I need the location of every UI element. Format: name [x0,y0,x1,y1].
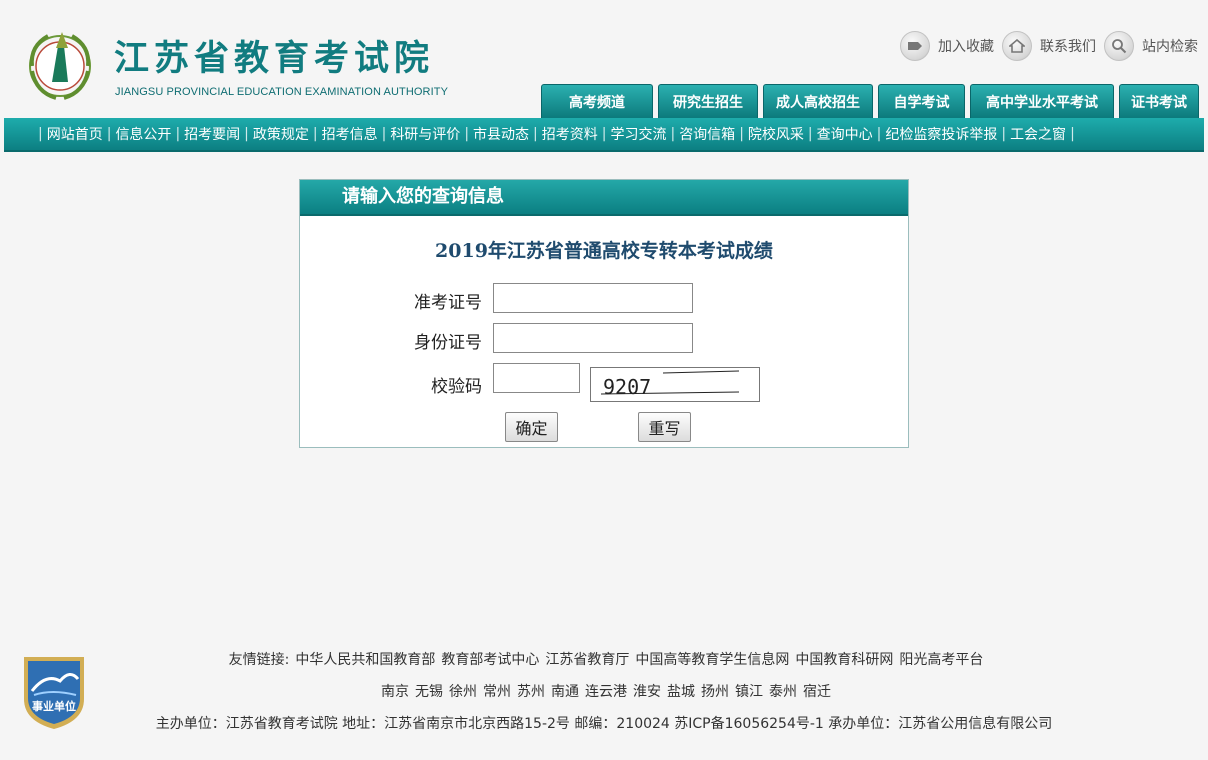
city-link[interactable]: 南通 [551,684,579,700]
city-link[interactable]: 无锡 [415,684,443,700]
friend-link[interactable]: 教育部考试中心 [441,652,539,668]
city-link[interactable]: 连云港 [585,684,627,700]
friend-link[interactable]: 中国高等教育学生信息网 [635,652,789,668]
query-panel: 请输入您的查询信息 2019年江苏省普通高校专转本考试成绩 准考证号 身份证号 … [299,179,909,448]
nav-item[interactable]: 工会之窗 [1010,124,1066,144]
city-link[interactable]: 徐州 [449,684,477,700]
nav-item[interactable]: 网站首页 [47,124,103,144]
submit-button[interactable]: 确定 [505,412,558,442]
city-link[interactable]: 盐城 [667,684,695,700]
toplink-label: 加入收藏 [938,39,994,55]
tab-graduate[interactable]: 研究生招生 [658,84,758,118]
tab-certificate[interactable]: 证书考试 [1119,84,1199,118]
home-icon [1002,31,1032,61]
reset-button[interactable]: 重写 [638,412,691,442]
nav-item[interactable]: 咨询信箱 [679,124,735,144]
panel-heading: 请输入您的查询信息 [300,180,908,216]
footer-info: 主办单位：江苏省教育考试院 地址：江苏省南京市北京西路15-2号 邮编：2100… [155,716,1053,732]
nav-item[interactable]: 信息公开 [115,124,171,144]
toplink-bookmark[interactable]: 加入收藏 [900,31,994,61]
nav-item[interactable]: 招考要闻 [184,124,240,144]
nav-item[interactable]: 学习交流 [610,124,666,144]
city-link[interactable]: 泰州 [769,684,797,700]
nav-item[interactable]: 市县动态 [473,124,529,144]
badge-text: 事业单位 [32,699,76,713]
friend-link[interactable]: 中华人民共和国教育部 [295,652,435,668]
city-link[interactable]: 苏州 [517,684,545,700]
toplink-label: 站内检索 [1142,39,1198,55]
city-links: 南京 无锡 徐州 常州 苏州 南通 连云港 淮安 盐城 扬州 镇江 泰州 宿迁 [0,681,1208,701]
city-link[interactable]: 镇江 [735,684,763,700]
friend-link[interactable]: 阳光高考平台 [899,652,983,668]
nav-item[interactable]: 科研与评价 [390,124,460,144]
city-link[interactable]: 扬州 [701,684,729,700]
site-subtitle: JIANGSU PROVINCIAL EDUCATION EXAMINATION… [115,86,449,98]
id-input[interactable] [493,323,693,353]
header: 江苏省教育考试院 JIANGSU PROVINCIAL EDUCATION EX… [0,0,1208,118]
query-title: 2019年江苏省普通高校专转本考试成绩 [435,240,773,262]
id-label: 身份证号 [414,333,482,353]
city-link[interactable]: 常州 [483,684,511,700]
captcha-graphic: 9207 [600,370,740,399]
friend-link[interactable]: 中国教育科研网 [795,652,893,668]
logo-emblem[interactable] [22,26,98,104]
tab-gaokao[interactable]: 高考频道 [541,84,653,118]
nav-item[interactable]: 招考资料 [542,124,598,144]
exam-no-label: 准考证号 [414,293,482,313]
tab-adult[interactable]: 成人高校招生 [763,84,873,118]
nav-item[interactable]: 招考信息 [322,124,378,144]
friend-links-label: 友情链接: [228,652,290,668]
city-link[interactable]: 南京 [381,684,409,700]
toplink-contact[interactable]: 联系我们 [1002,31,1096,61]
nav-item[interactable]: 查询中心 [817,124,873,144]
laurel-logo-icon [29,32,91,100]
code-input[interactable] [493,363,580,393]
friend-links: 友情链接: 中华人民共和国教育部 教育部考试中心 江苏省教育厅 中国高等教育学生信息网中… [0,649,1208,669]
nav-item[interactable]: 纪检监察投诉举报 [885,124,997,144]
city-link[interactable]: 淮安 [633,684,661,700]
nav-item[interactable]: 院校风采 [748,124,804,144]
top-links: 加入收藏 联系我们 站内检索 [892,31,1198,61]
nav-item[interactable]: 政策规定 [253,124,309,144]
search-icon [1104,31,1134,61]
city-link[interactable]: 宿迁 [803,684,831,700]
tab-high-school[interactable]: 高中学业水平考试 [970,84,1114,118]
toplink-search[interactable]: 站内检索 [1104,31,1198,61]
channel-tabs: 高考频道 研究生招生 成人高校招生 自学考试 高中学业水平考试 证书考试 [541,84,1199,118]
exam-no-input[interactable] [493,283,693,313]
toplink-label: 联系我们 [1040,39,1096,55]
code-label: 校验码 [431,377,482,397]
site-title: 江苏省教育考试院 [114,39,435,79]
main-nav: | 网站首页 | 信息公开 | 招考要闻 | 政策规定 | 招考信息 | 科研与评价 | 市… [4,118,1204,152]
captcha-image[interactable]: 9207 [590,367,760,402]
tab-self-study[interactable]: 自学考试 [878,84,965,118]
bookmark-icon [900,31,930,61]
captcha-text: 9207 [603,375,651,399]
friend-link[interactable]: 江苏省教育厅 [545,652,629,668]
